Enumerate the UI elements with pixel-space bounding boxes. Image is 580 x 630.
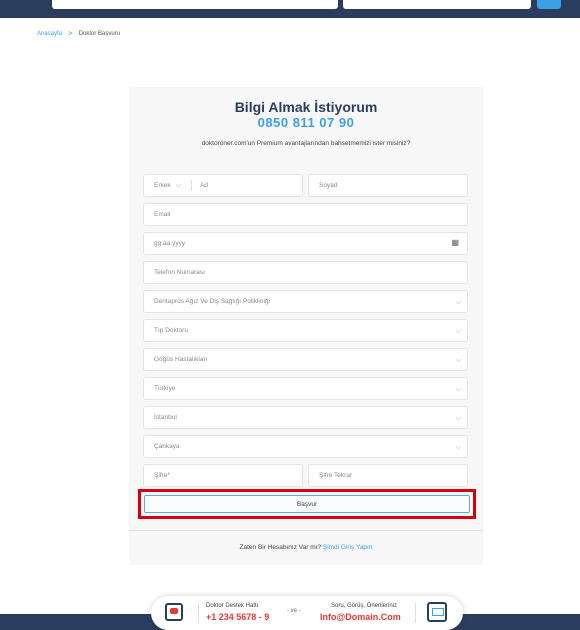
clinic-select-value: Dentapros Ağız Ve Diş Sağlığı Polikliniğ… (154, 298, 270, 305)
support-label: Doktor Destek Hattı (206, 603, 259, 609)
birthdate-input[interactable]: gg.aa.yyyy ▦ (143, 232, 468, 255)
gender-select[interactable]: Erkek ⌵ (144, 175, 190, 196)
apply-button[interactable]: Başvur (144, 495, 470, 513)
title-select[interactable]: Tıp Doktoru ⌵ (143, 319, 468, 342)
district-select-value: Çankaya (154, 443, 180, 450)
gender-select-value: Erkek (154, 182, 171, 189)
password-input[interactable]: Şifre* (143, 464, 303, 487)
application-form-card: Bilgi Almak İstiyorum 0850 811 07 90 dok… (129, 87, 483, 565)
chevron-down-icon: ⌵ (455, 386, 461, 393)
last-name-placeholder: Soyad (319, 182, 338, 189)
support-number-link[interactable]: +1 234 5678 - 9 (206, 612, 269, 622)
specialty-select-value: Göğüs Hastalıkları (154, 356, 208, 363)
calendar-icon[interactable]: ▦ (451, 238, 459, 247)
specialty-select[interactable]: Göğüs Hastalıkları ⌵ (143, 348, 468, 371)
login-link[interactable]: Şimdi Giriş Yapın (323, 544, 373, 551)
country-select-value: Türkiye (154, 385, 176, 392)
chevron-down-icon: ⌵ (455, 299, 461, 306)
name-field-group: Erkek ⌵ Ad (143, 174, 303, 197)
form-description: doktoröner.com'un Premium avantajlarında… (201, 140, 411, 147)
city-select[interactable]: İstanbul ⌵ (143, 406, 468, 429)
breadcrumb-home-link[interactable]: Anasayfa (37, 31, 62, 37)
country-select[interactable]: Türkiye ⌵ (143, 377, 468, 400)
and-separator: - ve - (287, 608, 301, 614)
form-title: Bilgi Almak İstiyorum (234, 99, 378, 115)
chevron-down-icon: ⌵ (455, 328, 461, 335)
email-placeholder: Email (154, 211, 171, 218)
login-prompt-text: Zaten Bir Hesabınız Var mı? (239, 544, 322, 551)
breadcrumb-current: Doktor Başvuru (78, 31, 121, 37)
contact-pill: Doktor Destek Hattı +1 234 5678 - 9 - ve… (151, 596, 463, 630)
password-repeat-input[interactable]: Şifre Tekrar (308, 464, 468, 487)
feedback-email-link[interactable]: Info@Domain.Com (320, 612, 401, 622)
mail-icon (427, 602, 447, 622)
form-phone-number[interactable]: 0850 811 07 90 (129, 115, 483, 130)
title-select-value: Tıp Doktoru (154, 327, 188, 334)
breadcrumb-separator-icon: > (68, 29, 73, 38)
birthdate-placeholder: gg.aa.yyyy (154, 240, 186, 247)
chevron-down-icon: ⌵ (455, 357, 461, 364)
email-field[interactable]: Email (143, 203, 468, 226)
pill-divider (198, 603, 199, 623)
feedback-label: Soru, Görüş, Önerileriniz (331, 603, 398, 609)
first-name-input[interactable]: Ad (200, 182, 208, 189)
header-search-input[interactable] (52, 0, 338, 9)
form-divider (129, 530, 483, 531)
password-placeholder: Şifre* (154, 472, 170, 479)
password-repeat-placeholder: Şifre Tekrar (319, 472, 353, 479)
chevron-down-icon: ⌵ (455, 415, 461, 422)
gender-divider (191, 180, 192, 191)
breadcrumb: Anasayfa > Doktor Başvuru (37, 29, 121, 38)
last-name-input[interactable]: Soyad (308, 174, 468, 197)
district-select[interactable]: Çankaya ⌵ (143, 435, 468, 458)
login-prompt: Zaten Bir Hesabınız Var mı? Şimdi Giriş … (129, 544, 483, 551)
city-select-value: İstanbul (154, 414, 177, 421)
phone-number-input[interactable]: Telefon Numarası (143, 261, 468, 284)
submit-highlight: Başvur (138, 489, 476, 519)
chevron-down-icon: ⌵ (175, 181, 181, 189)
header-location-input[interactable] (343, 0, 531, 9)
pill-divider (415, 603, 416, 623)
phone-number-placeholder: Telefon Numarası (154, 269, 205, 276)
header-search-button[interactable] (537, 0, 561, 9)
chevron-down-icon: ⌵ (455, 444, 461, 451)
support-icon (165, 603, 183, 621)
top-header-bar (0, 0, 580, 18)
clinic-select[interactable]: Dentapros Ağız Ve Diş Sağlığı Polikliniğ… (143, 290, 468, 313)
